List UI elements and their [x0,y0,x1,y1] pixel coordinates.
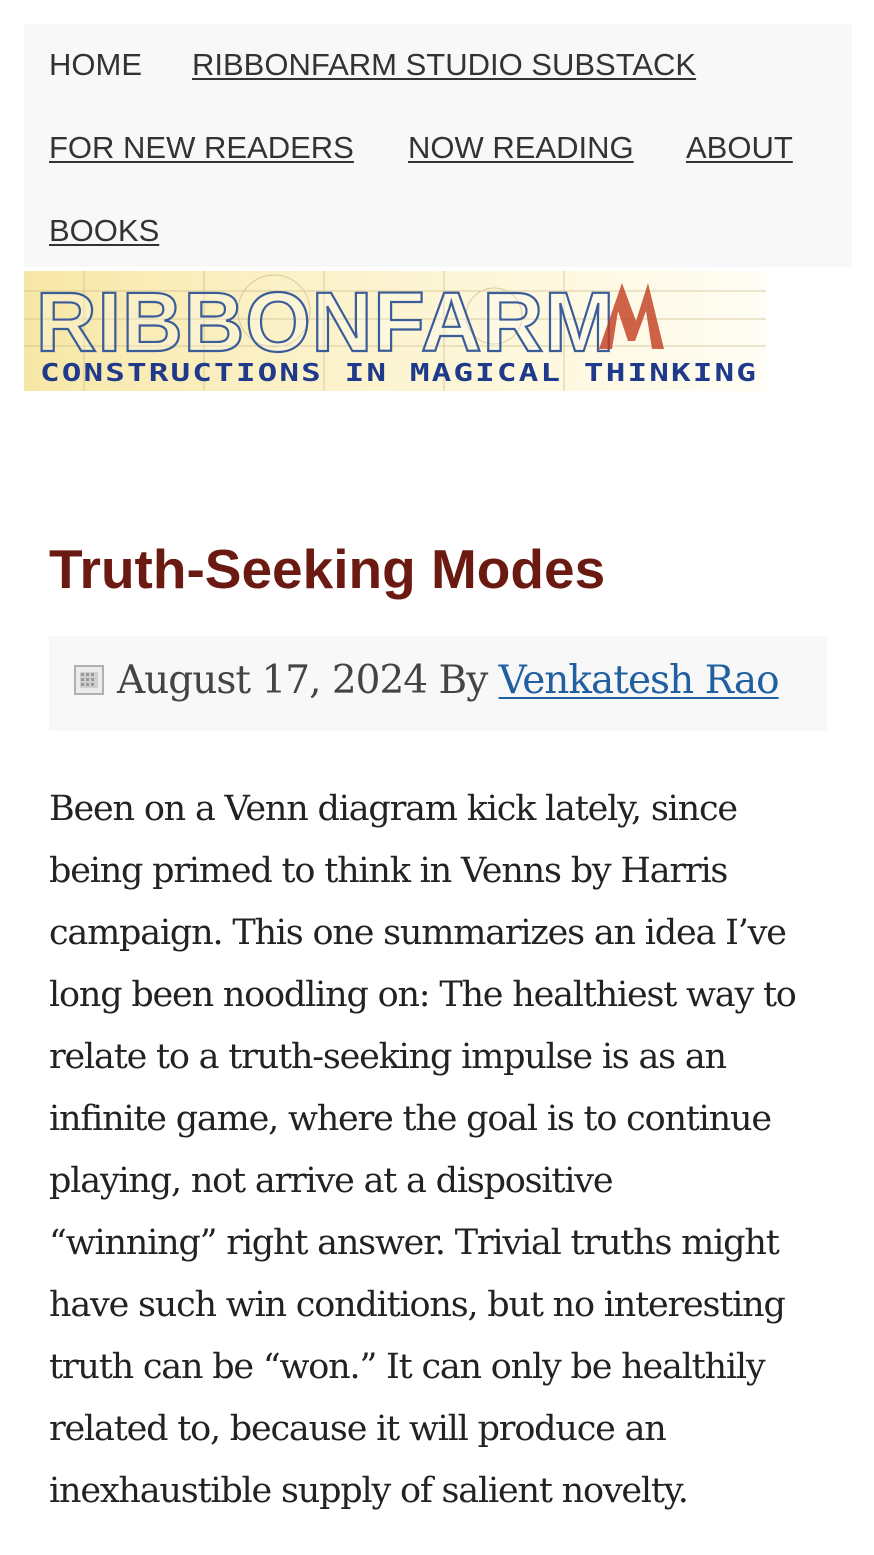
logo-wordmark: RIBBONFARM [36,275,615,369]
body-line: being primed to think in Venns by Harris [49,851,728,891]
post-body: Been on a Venn diagram kick lately, sinc… [49,778,849,1522]
body-line: campaign. This one summarizes an idea I’… [49,913,787,953]
site-logo-banner[interactable]: RIBBONFARM CONSTRUCTIONS IN MAGICAL THIN… [24,271,766,391]
nav-books-link[interactable]: BOOKS [49,215,159,246]
nav-about-link[interactable]: ABOUT [686,132,793,163]
body-line: playing, not arrive at a dispositive [49,1161,614,1201]
calendar-icon [74,665,104,695]
body-line: relate to a truth-seeking impulse is as … [49,1037,727,1077]
body-line: long been noodling on: The healthiest wa… [49,975,797,1015]
post-byline: August 17, 2024 By Venkatesh Rao [117,658,780,705]
body-line: “winning” right answer. Trivial truths m… [49,1223,780,1263]
post-title[interactable]: Truth-Seeking Modes [49,542,605,597]
nav-now-reading-link[interactable]: NOW READING [408,132,634,163]
nav-new-readers-link[interactable]: FOR NEW READERS [49,132,354,163]
body-line: related to, because it will produce an [49,1409,667,1449]
author-link[interactable]: Venkatesh Rao [499,658,780,703]
main-navigation: HOME RIBBONFARM STUDIO SUBSTACK FOR NEW … [24,24,852,267]
body-line: Been on a Venn diagram kick lately, sinc… [49,789,738,829]
body-line: inexhaustible supply of salient novelty. [49,1471,689,1511]
body-line: infinite game, where the goal is to cont… [49,1099,772,1139]
body-line: have such win conditions, but no interes… [49,1285,786,1325]
nav-home-link[interactable]: HOME [49,49,142,80]
logo-tagline: CONSTRUCTIONS IN MAGICAL THINKING [40,358,758,387]
post-meta: August 17, 2024 By Venkatesh Rao [49,636,827,731]
post-date: August 17, 2024 [117,658,428,703]
body-line: truth can be “won.” It can only be healt… [49,1347,766,1387]
by-label: By [438,658,489,703]
nav-substack-link[interactable]: RIBBONFARM STUDIO SUBSTACK [192,49,696,80]
ribbonfarm-logo: RIBBONFARM CONSTRUCTIONS IN MAGICAL THIN… [24,271,766,391]
